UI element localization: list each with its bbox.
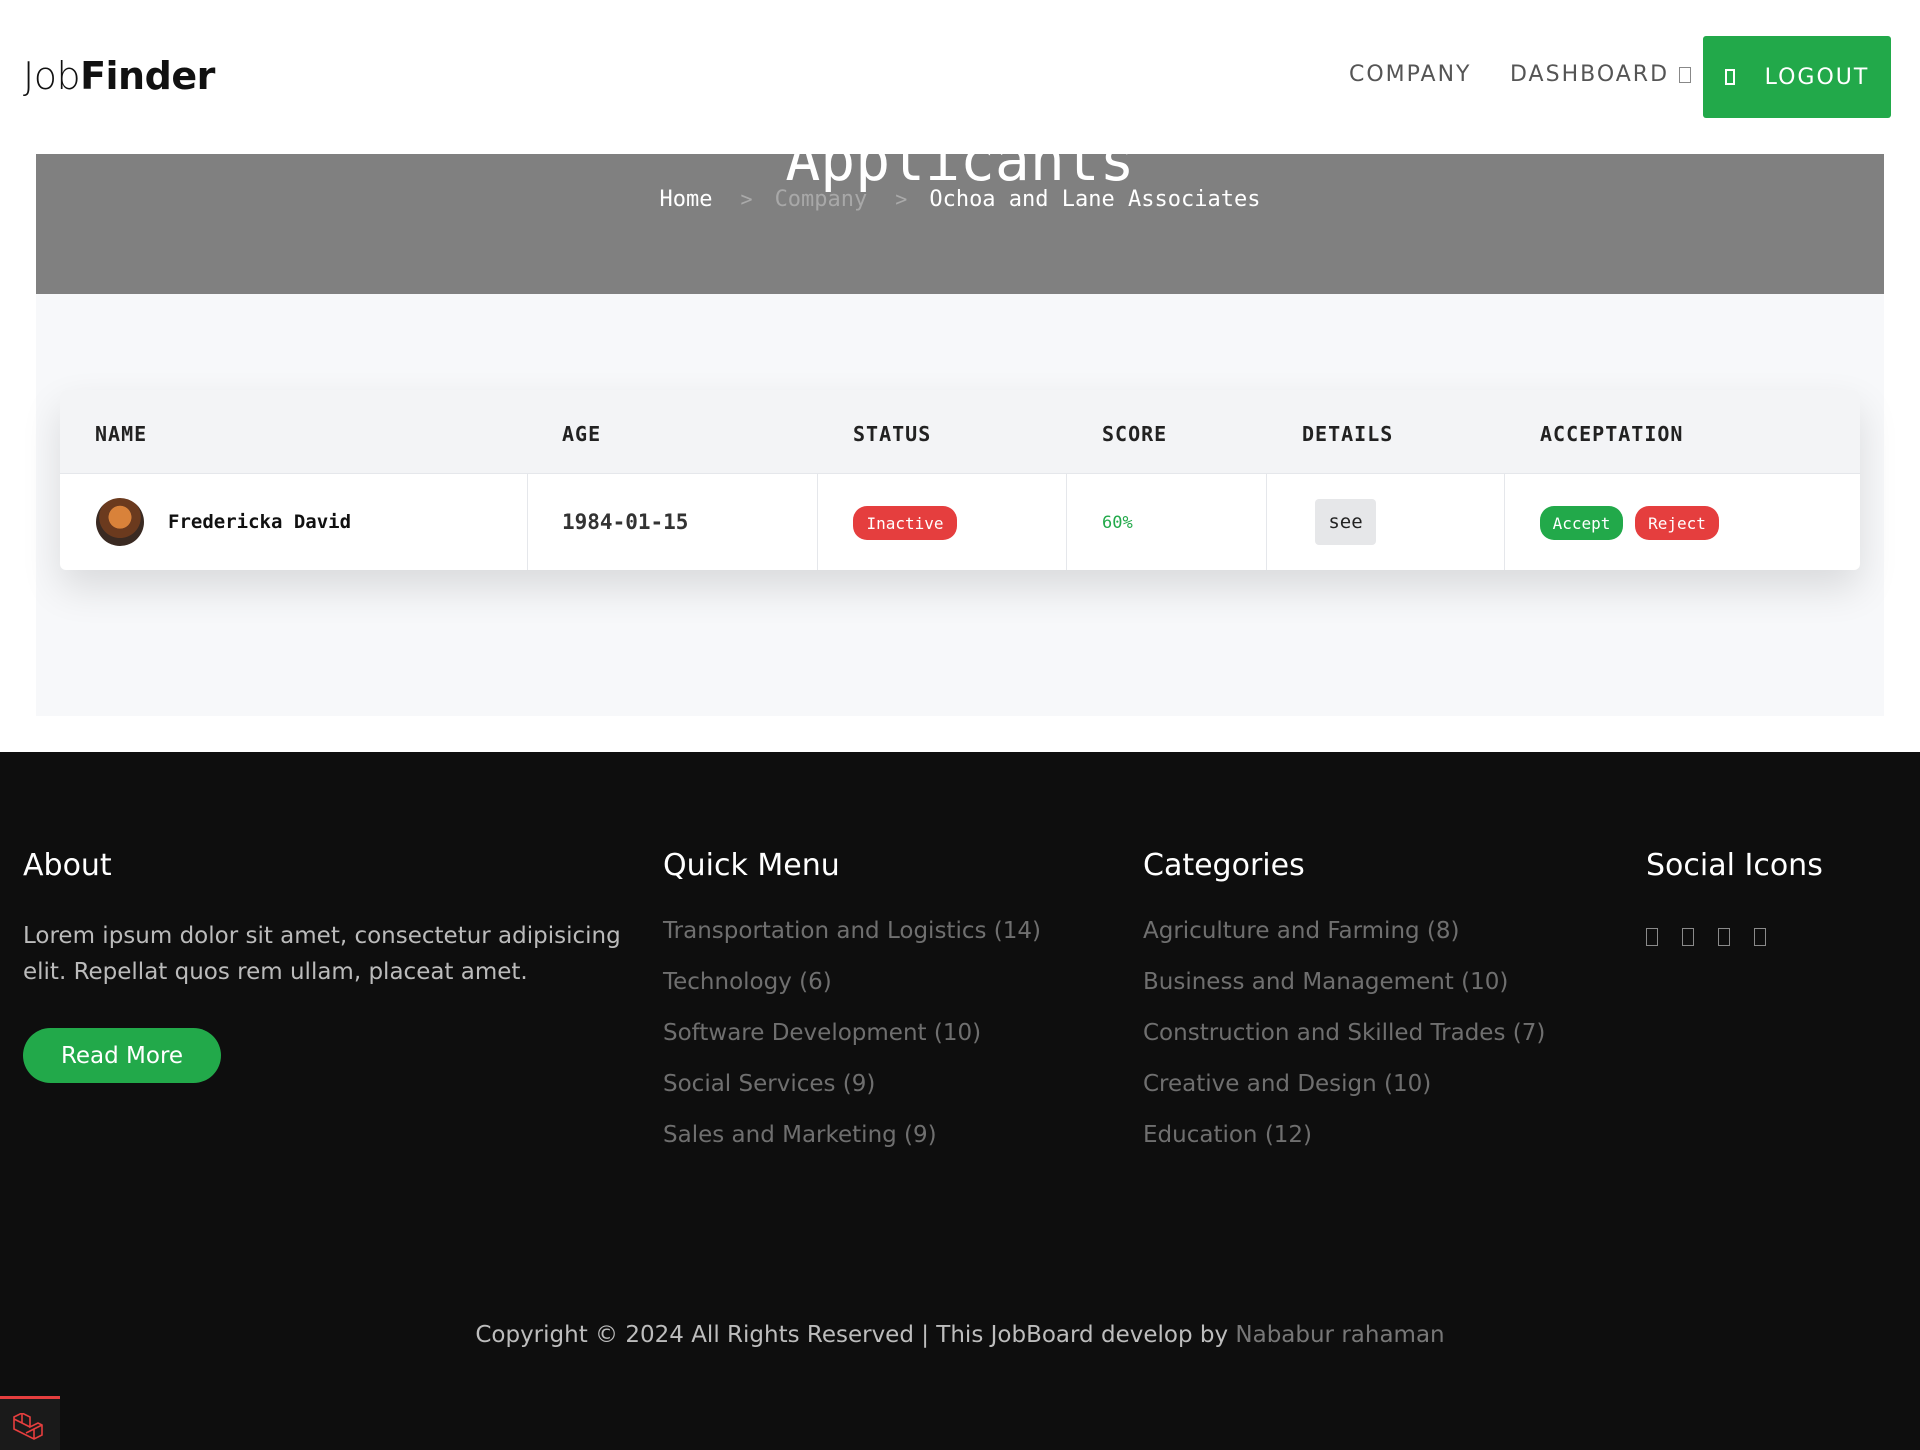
breadcrumb-current: Ochoa and Lane Associates — [929, 187, 1261, 212]
author-link[interactable]: Nababur rahaman — [1235, 1322, 1444, 1348]
footer-social-heading: Social Icons — [1646, 848, 1823, 883]
nav-dashboard-label: DASHBOARD — [1510, 62, 1670, 87]
column-header-age: AGE — [562, 422, 602, 446]
footer-about-heading: About — [23, 848, 112, 883]
nav-dashboard-link[interactable]: DASHBOARD — [1510, 62, 1692, 87]
footer-quick-menu-heading: Quick Menu — [663, 848, 840, 883]
twitter-icon[interactable] — [1682, 928, 1694, 946]
dev-toolbar-toggle[interactable] — [0, 1396, 60, 1450]
table-row: Fredericka David 1984-01-15 Inactive 60%… — [60, 474, 1860, 570]
social-icons — [1646, 928, 1766, 946]
quick-menu-item[interactable]: Software Development (10) — [663, 1020, 1041, 1071]
column-header-name: NAME — [95, 422, 148, 446]
quick-menu-item[interactable]: Social Services (9) — [663, 1071, 1041, 1122]
footer-categories-heading: Categories — [1143, 848, 1305, 883]
applicant-age: 1984-01-15 — [562, 510, 689, 534]
quick-menu-item[interactable]: Transportation and Logistics (14) — [663, 918, 1041, 969]
site-footer: About Lorem ipsum dolor sit amet, consec… — [0, 752, 1920, 1450]
logout-button[interactable]: LOGOUT — [1703, 36, 1891, 118]
nav-company-link[interactable]: COMPANY — [1349, 62, 1471, 87]
category-item[interactable]: Creative and Design (10) — [1143, 1071, 1545, 1122]
logo-light-text: Job — [23, 54, 81, 98]
site-header: JobFinder COMPANY DASHBOARD LOGOUT — [0, 0, 1920, 154]
column-header-score: SCORE — [1102, 422, 1168, 446]
breadcrumb-separator-icon: > — [740, 187, 753, 211]
read-more-button[interactable]: Read More — [23, 1028, 221, 1083]
laravel-icon — [13, 1413, 43, 1440]
linkedin-icon[interactable] — [1754, 928, 1766, 946]
avatar — [96, 498, 144, 546]
status-badge: Inactive — [853, 506, 957, 540]
column-header-status: STATUS — [853, 422, 932, 446]
logout-icon — [1724, 69, 1735, 85]
site-logo[interactable]: JobFinder — [23, 54, 215, 98]
quick-menu-item[interactable]: Technology (6) — [663, 969, 1041, 1020]
category-item[interactable]: Education (12) — [1143, 1122, 1545, 1173]
column-header-acceptation: ACCEPTATION — [1540, 422, 1684, 446]
applicant-score: 60% — [1102, 513, 1133, 533]
logout-label: LOGOUT — [1764, 64, 1870, 90]
category-item[interactable]: Agriculture and Farming (8) — [1143, 918, 1545, 969]
categories-list: Agriculture and Farming (8) Business and… — [1143, 918, 1545, 1173]
copyright-label: Copyright © 2024 All Rights Reserved | T… — [475, 1322, 1236, 1348]
applicants-table: NAME AGE STATUS SCORE DETAILS ACCEPTATIO… — [60, 390, 1860, 570]
breadcrumb-company[interactable]: Company — [775, 187, 868, 212]
reject-button[interactable]: Reject — [1635, 506, 1719, 540]
table-header-row: NAME AGE STATUS SCORE DETAILS ACCEPTATIO… — [60, 390, 1860, 474]
copyright-text: Copyright © 2024 All Rights Reserved | T… — [0, 1322, 1920, 1348]
breadcrumb: Home > Company > Ochoa and Lane Associates — [36, 187, 1884, 212]
footer-about-text: Lorem ipsum dolor sit amet, consectetur … — [23, 923, 621, 985]
quick-menu-item[interactable]: Sales and Marketing (9) — [663, 1122, 1041, 1173]
quick-menu-list: Transportation and Logistics (14) Techno… — [663, 918, 1041, 1173]
breadcrumb-separator-icon: > — [895, 187, 908, 211]
column-header-details: DETAILS — [1302, 422, 1394, 446]
applicant-name: Fredericka David — [168, 511, 352, 533]
category-item[interactable]: Construction and Skilled Trades (7) — [1143, 1020, 1545, 1071]
category-item[interactable]: Business and Management (10) — [1143, 969, 1545, 1020]
facebook-icon[interactable] — [1646, 928, 1658, 946]
accept-button[interactable]: Accept — [1540, 506, 1623, 540]
see-details-button[interactable]: see — [1315, 499, 1376, 545]
instagram-icon[interactable] — [1718, 928, 1730, 946]
breadcrumb-home[interactable]: Home — [660, 187, 713, 212]
logo-bold-text: Finder — [80, 54, 215, 98]
dropdown-icon — [1679, 67, 1692, 83]
page-banner: Applicants Home > Company > Ochoa and Lane A… — [36, 154, 1884, 294]
